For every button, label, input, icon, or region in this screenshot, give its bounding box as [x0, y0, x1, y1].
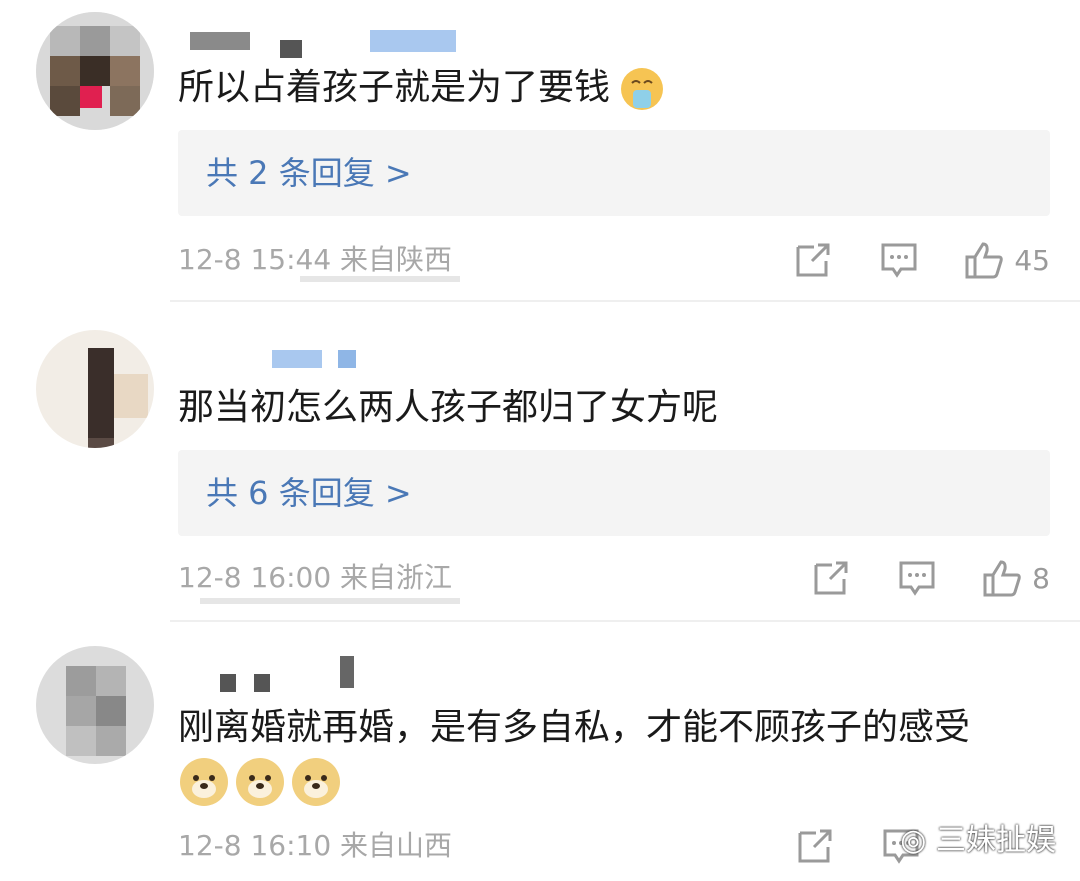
username-redacted[interactable] [272, 350, 322, 368]
like-count: 45 [1014, 243, 1050, 277]
emoji-row [180, 758, 350, 808]
doge-emoji-icon [292, 758, 340, 806]
avatar[interactable] [36, 646, 154, 764]
share-icon [798, 829, 832, 863]
share-button[interactable] [812, 559, 850, 597]
share-icon [796, 243, 830, 277]
comment-meta: 12-8 15:44 来自陕西 [178, 242, 452, 278]
doge-emoji-icon [180, 758, 228, 806]
thumbs-up-icon [965, 242, 1004, 279]
share-button[interactable] [794, 241, 832, 279]
thumbs-up-icon [983, 560, 1021, 597]
comment-text: 那当初怎么两人孩子都归了女方呢 [178, 387, 719, 428]
like-button[interactable]: 45 [964, 240, 1050, 280]
username-redacted[interactable] [190, 32, 250, 50]
share-icon [814, 561, 848, 595]
watermark: ◎ 三妹扯娱 [900, 823, 1056, 858]
comment-button[interactable] [880, 241, 918, 279]
timestamp: 12-8 16:00 [178, 561, 332, 594]
comment-item: 刚离婚就再婚，是有多自私，才能不顾孩子的感受 12-8 16:10 来自山西 ◎… [0, 622, 1080, 881]
view-replies-link[interactable]: 共 6 条回复 > [206, 450, 412, 536]
wechat-icon: ◎ [900, 823, 927, 858]
comment-item: 所以占着孩子就是为了要钱 共 2 条回复 > 12-8 15:44 来自陕西 4… [0, 0, 1080, 300]
comment-item: 那当初怎么两人孩子都归了女方呢 共 6 条回复 > 12-8 16:00 来自浙… [0, 302, 1080, 620]
comment-text: 刚离婚就再婚，是有多自私，才能不顾孩子的感受 [178, 707, 971, 748]
avatar[interactable] [36, 12, 154, 130]
like-count: 8 [1032, 561, 1050, 595]
username-redacted [340, 656, 354, 688]
reply-box[interactable]: 共 6 条回复 > [178, 450, 1050, 536]
comment-icon [899, 561, 935, 596]
location: 来自浙江 [340, 561, 453, 594]
like-button[interactable]: 8 [982, 558, 1050, 598]
doge-emoji-icon [236, 758, 284, 806]
username-redacted [254, 674, 270, 692]
comment-button[interactable] [898, 559, 936, 597]
username-redacted [280, 40, 302, 58]
view-replies-link[interactable]: 共 2 条回复 > [206, 130, 412, 216]
vomit-emoji-icon [621, 68, 664, 110]
comment-icon [881, 243, 917, 278]
verified-badge-redacted [370, 30, 456, 52]
avatar[interactable] [36, 330, 154, 448]
timestamp: 12-8 15:44 [178, 243, 332, 276]
reply-box[interactable]: 共 2 条回复 > [178, 130, 1050, 216]
comment-meta: 12-8 16:00 来自浙江 [178, 560, 452, 596]
location: 来自山西 [340, 829, 453, 862]
comment-meta: 12-8 16:10 来自山西 [178, 828, 452, 864]
share-button[interactable] [796, 827, 834, 865]
username-redacted[interactable] [220, 674, 236, 692]
location: 来自陕西 [340, 243, 453, 276]
comment-text: 所以占着孩子就是为了要钱 [178, 66, 664, 110]
username-redacted [338, 350, 356, 368]
timestamp: 12-8 16:10 [178, 829, 332, 862]
